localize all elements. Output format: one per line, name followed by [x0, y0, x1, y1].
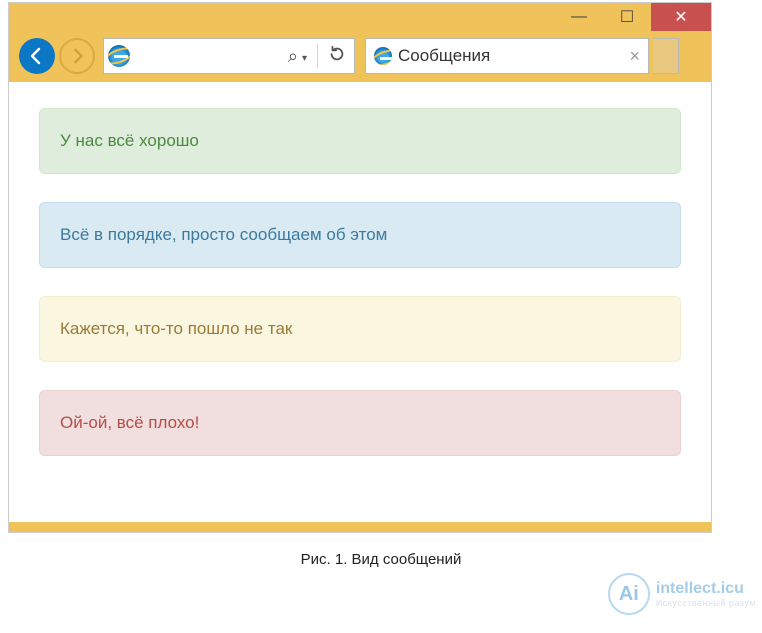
window-minimize-button[interactable]: —	[555, 3, 603, 31]
address-bar-controls: ⌕ ▾	[288, 44, 354, 68]
browser-tab[interactable]: Сообщения ×	[365, 38, 649, 74]
alert-warning: Кажется, что-то пошло не так	[39, 296, 681, 362]
window-maximize-button[interactable]: ☐	[603, 3, 651, 31]
watermark: Ai intellect.icu Искусственный разум	[608, 573, 756, 615]
site-icon	[104, 45, 134, 67]
browser-window: — ☐ ✕ ⌕ ▾ Сообщения ×	[8, 2, 712, 533]
alert-info: Всё в порядке, просто сообщаем об этом	[39, 202, 681, 268]
alert-success: У нас всё хорошо	[39, 108, 681, 174]
new-tab-button[interactable]	[653, 38, 679, 74]
watermark-logo-icon: Ai	[608, 573, 650, 615]
window-bottom-border	[9, 522, 711, 532]
refresh-icon[interactable]	[328, 45, 346, 68]
address-bar[interactable]: ⌕ ▾	[103, 38, 355, 74]
search-icon[interactable]: ⌕	[288, 46, 298, 67]
figure-caption: Рис. 1. Вид сообщений	[0, 551, 762, 568]
tab-favicon	[374, 47, 392, 65]
arrow-right-icon	[68, 47, 86, 65]
tab-title: Сообщения	[398, 46, 629, 66]
alert-danger: Ой-ой, всё плохо!	[39, 390, 681, 456]
tab-close-button[interactable]: ×	[629, 46, 640, 67]
window-close-button[interactable]: ✕	[651, 3, 711, 31]
browser-toolbar: ⌕ ▾ Сообщения ×	[9, 31, 711, 82]
divider	[317, 44, 318, 68]
nav-forward-button[interactable]	[59, 38, 95, 74]
watermark-brand: intellect.icu	[656, 580, 756, 598]
window-titlebar: — ☐ ✕	[9, 3, 711, 31]
page-content: У нас всё хорошо Всё в порядке, просто с…	[9, 82, 711, 522]
nav-back-button[interactable]	[19, 38, 55, 74]
arrow-left-icon	[27, 46, 47, 66]
ie-logo-icon	[108, 45, 130, 67]
watermark-tagline: Искусственный разум	[656, 598, 756, 608]
search-dropdown-icon[interactable]: ▾	[302, 53, 307, 64]
